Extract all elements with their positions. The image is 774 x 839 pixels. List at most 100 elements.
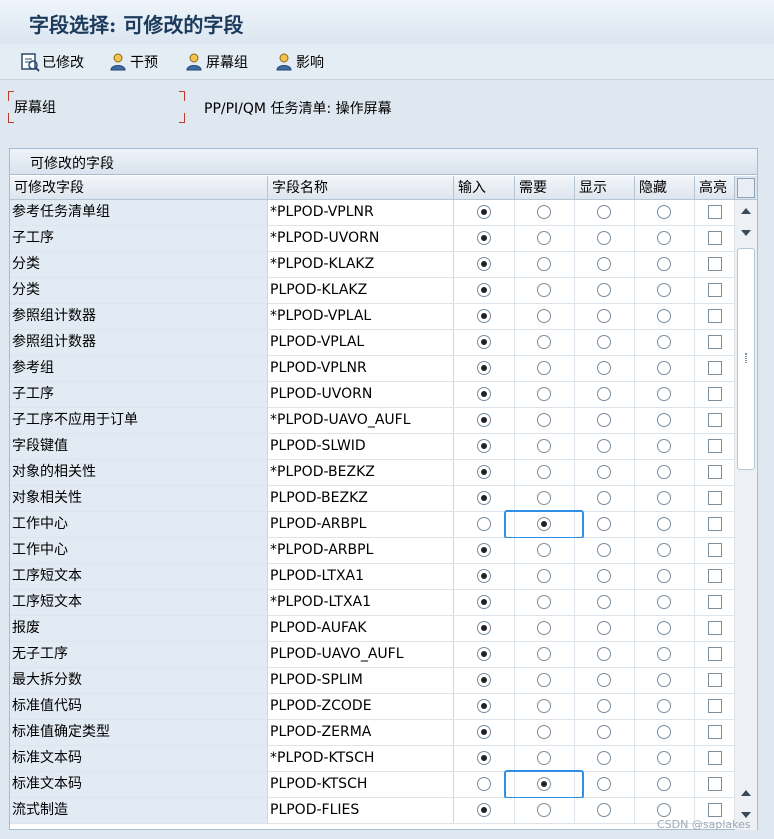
hidden-radio[interactable] <box>657 569 671 583</box>
required-radio[interactable] <box>537 803 551 817</box>
required-radio[interactable] <box>537 465 551 479</box>
input-radio[interactable] <box>477 751 491 765</box>
input-radio[interactable] <box>477 231 491 245</box>
display-radio[interactable] <box>597 283 611 297</box>
highlight-checkbox[interactable] <box>708 621 722 635</box>
highlight-checkbox[interactable] <box>708 517 722 531</box>
display-radio[interactable] <box>597 517 611 531</box>
hidden-radio[interactable] <box>657 491 671 505</box>
hidden-radio[interactable] <box>657 751 671 765</box>
display-radio[interactable] <box>597 595 611 609</box>
input-radio[interactable] <box>477 569 491 583</box>
hidden-radio[interactable] <box>657 361 671 375</box>
column-header-input[interactable]: 输入 <box>454 176 515 200</box>
required-radio[interactable] <box>537 439 551 453</box>
intervene-button[interactable]: 干预 <box>108 50 158 74</box>
display-radio[interactable] <box>597 621 611 635</box>
display-radio[interactable] <box>597 803 611 817</box>
input-radio[interactable] <box>477 543 491 557</box>
display-radio[interactable] <box>597 569 611 583</box>
hidden-radio[interactable] <box>657 257 671 271</box>
input-radio[interactable] <box>477 595 491 609</box>
hidden-radio[interactable] <box>657 283 671 297</box>
hidden-radio[interactable] <box>657 413 671 427</box>
display-radio[interactable] <box>597 361 611 375</box>
hidden-radio[interactable] <box>657 309 671 323</box>
required-radio[interactable] <box>537 699 551 713</box>
hidden-radio[interactable] <box>657 465 671 479</box>
screen-group-button[interactable]: 屏幕组 <box>184 50 248 74</box>
required-radio[interactable] <box>537 751 551 765</box>
input-radio[interactable] <box>477 413 491 427</box>
highlight-checkbox[interactable] <box>708 387 722 401</box>
hidden-radio[interactable] <box>657 439 671 453</box>
input-radio[interactable] <box>477 439 491 453</box>
highlight-checkbox[interactable] <box>708 751 722 765</box>
display-radio[interactable] <box>597 465 611 479</box>
highlight-checkbox[interactable] <box>708 673 722 687</box>
input-radio[interactable] <box>477 699 491 713</box>
display-radio[interactable] <box>597 777 611 791</box>
column-header-required[interactable]: 需要 <box>515 176 575 200</box>
required-radio[interactable] <box>537 491 551 505</box>
display-radio[interactable] <box>597 257 611 271</box>
required-radio[interactable] <box>537 205 551 219</box>
input-radio[interactable] <box>477 309 491 323</box>
hidden-radio[interactable] <box>657 231 671 245</box>
input-radio[interactable] <box>477 725 491 739</box>
required-radio[interactable] <box>537 335 551 349</box>
scroll-down-icon[interactable] <box>741 230 751 236</box>
hidden-radio[interactable] <box>657 621 671 635</box>
hidden-radio[interactable] <box>657 387 671 401</box>
required-radio[interactable] <box>537 361 551 375</box>
highlight-checkbox[interactable] <box>708 283 722 297</box>
display-radio[interactable] <box>597 413 611 427</box>
scroll-thumb[interactable] <box>737 248 755 470</box>
highlight-checkbox[interactable] <box>708 413 722 427</box>
highlight-checkbox[interactable] <box>708 777 722 791</box>
scroll-up-icon[interactable] <box>741 208 751 214</box>
highlight-checkbox[interactable] <box>708 257 722 271</box>
display-radio[interactable] <box>597 491 611 505</box>
hidden-radio[interactable] <box>657 517 671 531</box>
highlight-checkbox[interactable] <box>708 725 722 739</box>
scroll-up-icon[interactable] <box>741 790 751 796</box>
input-radio[interactable] <box>477 465 491 479</box>
required-radio[interactable] <box>537 569 551 583</box>
input-radio[interactable] <box>477 621 491 635</box>
input-radio[interactable] <box>477 647 491 661</box>
required-radio[interactable] <box>537 257 551 271</box>
required-radio[interactable] <box>537 673 551 687</box>
hidden-radio[interactable] <box>657 595 671 609</box>
required-radio[interactable] <box>537 231 551 245</box>
highlight-checkbox[interactable] <box>708 595 722 609</box>
display-radio[interactable] <box>597 725 611 739</box>
influence-button[interactable]: 影响 <box>274 50 324 74</box>
input-radio[interactable] <box>477 335 491 349</box>
highlight-checkbox[interactable] <box>708 231 722 245</box>
input-radio[interactable] <box>477 673 491 687</box>
required-radio[interactable] <box>537 647 551 661</box>
input-radio[interactable] <box>477 517 491 531</box>
hidden-radio[interactable] <box>657 335 671 349</box>
required-radio[interactable] <box>537 283 551 297</box>
required-radio[interactable] <box>537 387 551 401</box>
input-radio[interactable] <box>477 205 491 219</box>
modified-button[interactable]: 已修改 <box>20 50 84 74</box>
display-radio[interactable] <box>597 439 611 453</box>
hidden-radio[interactable] <box>657 673 671 687</box>
highlight-checkbox[interactable] <box>708 803 722 817</box>
vertical-scrollbar[interactable] <box>735 200 757 830</box>
required-radio[interactable] <box>537 543 551 557</box>
input-radio[interactable] <box>477 361 491 375</box>
highlight-checkbox[interactable] <box>708 569 722 583</box>
hidden-radio[interactable] <box>657 777 671 791</box>
required-radio[interactable] <box>537 309 551 323</box>
display-radio[interactable] <box>597 543 611 557</box>
display-radio[interactable] <box>597 673 611 687</box>
input-radio[interactable] <box>477 803 491 817</box>
input-radio[interactable] <box>477 257 491 271</box>
highlight-checkbox[interactable] <box>708 309 722 323</box>
highlight-checkbox[interactable] <box>708 361 722 375</box>
highlight-checkbox[interactable] <box>708 543 722 557</box>
